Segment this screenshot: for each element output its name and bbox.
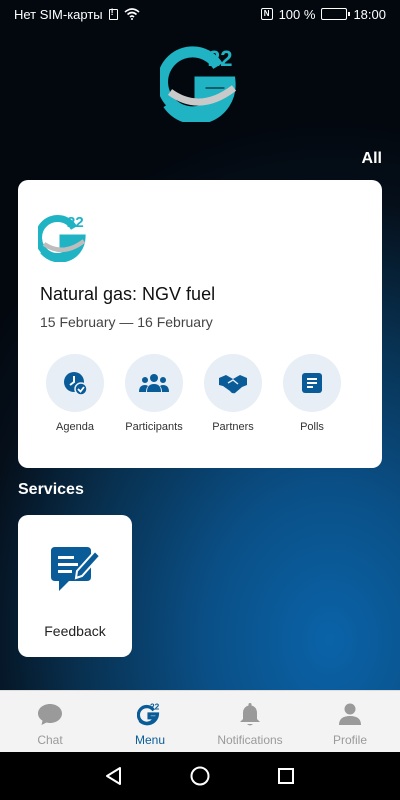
event-actions: Agenda Participants Partners Polls [18,354,382,433]
status-left: Нет SIM-карты [14,7,140,22]
battery-percent: 100 % [278,6,316,22]
home-circle-icon [190,766,210,786]
action-circle [204,354,262,412]
service-label: Feedback [44,623,106,639]
tab-menu[interactable]: 22 Menu [100,691,200,752]
home-button[interactable] [187,763,213,789]
carrier-text: Нет SIM-карты [14,6,103,22]
agenda-icon [64,372,88,396]
handshake-icon [219,375,247,394]
event-logo-number: 22 [67,214,84,231]
menu-logo-number: 22 [150,701,160,711]
nfc-icon: N [260,8,273,20]
action-polls[interactable]: Polls [283,354,341,433]
action-circle [46,354,104,412]
app-logo: 22 [160,46,237,122]
tab-chat[interactable]: Chat [0,691,100,752]
action-partners[interactable]: Partners [204,354,262,433]
participants-icon [139,374,169,392]
status-right: N 100 % 18:00 [260,6,386,22]
action-agenda[interactable]: Agenda [46,354,104,433]
system-nav-bar [0,752,400,800]
profile-icon [337,701,363,727]
battery-icon [321,8,351,20]
action-participants[interactable]: Participants [125,354,183,433]
tab-profile[interactable]: Profile [300,691,400,752]
recents-button[interactable] [273,763,299,789]
tab-label: Chat [37,733,63,747]
clock: 18:00 [353,6,386,22]
action-label: Partners [212,421,254,433]
bell-icon [237,701,263,727]
polls-icon [302,373,322,393]
chat-icon [37,701,63,727]
recents-square-icon [278,768,294,784]
back-triangle-icon [106,767,121,785]
action-label: Polls [300,421,324,433]
app-screen: Нет SIM-карты N 100 % 18:00 22 All 22 [0,0,400,690]
sim-alert-icon [108,7,118,20]
event-dates: 15 February — 16 February [40,314,213,330]
tab-label: Profile [332,733,367,747]
logo-number: 22 [208,46,232,71]
action-circle [125,354,183,412]
feedback-service-tile[interactable]: Feedback [18,515,132,657]
bottom-tab-bar: Chat 22 Menu Notifications Profile [0,690,400,752]
action-circle [283,354,341,412]
logo-icon: 22 [137,701,163,727]
event-card[interactable]: 22 Natural gas: NGV fuel 15 February — 1… [18,180,382,468]
event-logo: 22 [38,214,86,262]
wifi-icon [124,8,140,20]
tab-label: Notifications [217,733,283,747]
event-title: Natural gas: NGV fuel [40,284,216,304]
tab-notifications[interactable]: Notifications [200,691,300,752]
status-bar: Нет SIM-карты N 100 % 18:00 [0,0,400,28]
action-label: Participants [125,421,183,433]
action-label: Agenda [56,421,94,433]
feedback-icon [51,547,102,591]
tab-label: Menu [134,733,166,747]
services-heading: Services [18,481,84,498]
all-events-link[interactable]: All [362,150,382,168]
back-button[interactable] [101,763,127,789]
